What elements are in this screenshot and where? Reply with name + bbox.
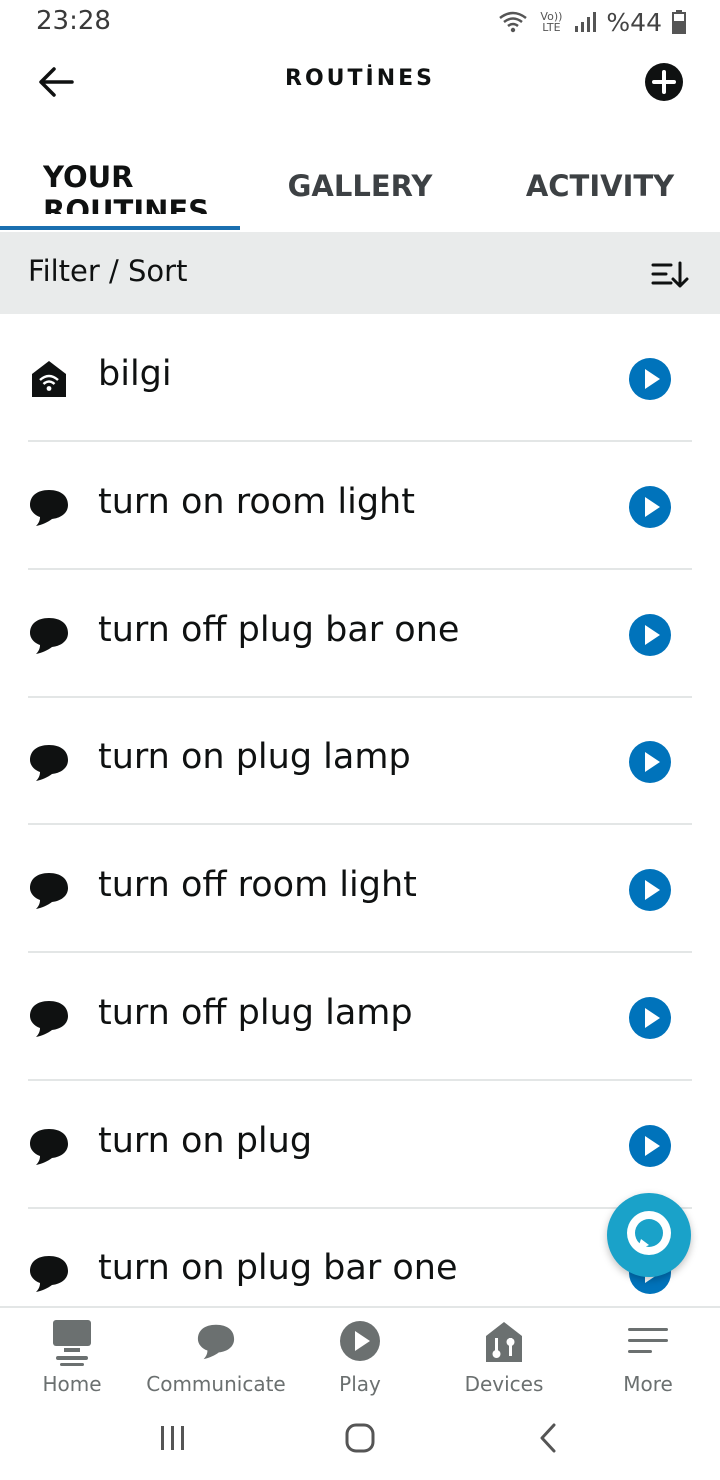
filter-sort-bar[interactable]: Filter / Sort bbox=[0, 232, 720, 314]
status-icons: Vo)) LTE %44 bbox=[498, 7, 686, 37]
run-routine-icon[interactable] bbox=[628, 996, 672, 1040]
bottom-nav: Home Communicate Play Devices More bbox=[0, 1306, 720, 1404]
speech-bubble-icon bbox=[30, 1129, 68, 1165]
communicate-icon bbox=[197, 1324, 235, 1360]
routine-name: turn off plug bar one bbox=[98, 610, 460, 650]
tab-selected-indicator bbox=[0, 226, 240, 230]
recent-apps-icon[interactable] bbox=[158, 1422, 188, 1454]
nav-more-label: More bbox=[623, 1372, 673, 1396]
play-icon bbox=[340, 1321, 380, 1361]
tab-bar: YOUR ROUTINES GALLERY ACTIVITY bbox=[0, 152, 720, 232]
nav-devices[interactable]: Devices bbox=[432, 1308, 576, 1404]
routine-row[interactable]: turn off plug lamp bbox=[0, 953, 720, 1081]
nav-devices-label: Devices bbox=[464, 1372, 544, 1396]
routine-row[interactable]: turn on plug lamp bbox=[0, 697, 720, 825]
volte-icon: Vo)) LTE bbox=[540, 10, 563, 34]
battery-icon bbox=[672, 10, 686, 34]
nav-communicate-label: Communicate bbox=[146, 1372, 286, 1396]
run-routine-icon[interactable] bbox=[628, 868, 672, 912]
speech-bubble-icon bbox=[30, 618, 68, 654]
devices-icon bbox=[486, 1322, 522, 1362]
speech-bubble-icon bbox=[30, 873, 68, 909]
status-time: 23:28 bbox=[36, 6, 111, 36]
app-header: ROUTİNES bbox=[0, 44, 720, 118]
run-routine-icon[interactable] bbox=[628, 740, 672, 784]
run-routine-icon[interactable] bbox=[628, 1124, 672, 1168]
alexa-button[interactable] bbox=[607, 1193, 691, 1277]
wifi-icon bbox=[499, 11, 528, 33]
smart-home-icon bbox=[32, 361, 66, 397]
routine-name: turn on plug lamp bbox=[98, 737, 411, 777]
speech-bubble-icon bbox=[30, 490, 68, 526]
run-routine-icon[interactable] bbox=[628, 613, 672, 657]
speech-bubble-icon bbox=[30, 1256, 68, 1292]
routine-name: turn on plug bar one bbox=[98, 1248, 458, 1288]
routine-list: bilgi turn on room light turn off plug b… bbox=[0, 314, 720, 1306]
routine-row[interactable]: turn on room light bbox=[0, 442, 720, 570]
routine-name: turn on plug bbox=[98, 1121, 313, 1161]
add-routine-icon[interactable] bbox=[644, 62, 684, 102]
nav-play[interactable]: Play bbox=[288, 1308, 432, 1404]
sort-icon[interactable] bbox=[650, 258, 690, 292]
system-nav-bar bbox=[0, 1402, 720, 1480]
status-bar: 23:28 Vo)) LTE %44 bbox=[0, 0, 720, 44]
home-icon bbox=[53, 1320, 91, 1366]
nav-communicate[interactable]: Communicate bbox=[144, 1308, 288, 1404]
nav-more[interactable]: More bbox=[576, 1308, 720, 1404]
routine-name: turn off plug lamp bbox=[98, 993, 413, 1033]
speech-bubble-icon bbox=[30, 745, 68, 781]
run-routine-icon[interactable] bbox=[628, 485, 672, 529]
routine-name: turn off room light bbox=[98, 865, 417, 905]
menu-icon bbox=[628, 1328, 668, 1353]
tab-your-routines[interactable]: YOUR ROUTINES bbox=[43, 160, 223, 214]
nav-home[interactable]: Home bbox=[0, 1308, 144, 1404]
signal-icon bbox=[575, 12, 597, 32]
routine-row[interactable]: turn off room light bbox=[0, 825, 720, 953]
routine-name: turn on room light bbox=[98, 482, 415, 522]
routine-name: bilgi bbox=[98, 354, 172, 394]
battery-percent: %44 bbox=[606, 7, 662, 37]
nav-play-label: Play bbox=[339, 1372, 381, 1396]
run-routine-icon[interactable] bbox=[628, 357, 672, 401]
home-system-icon[interactable] bbox=[344, 1422, 376, 1454]
routine-row[interactable]: turn on plug bbox=[0, 1081, 720, 1209]
nav-home-label: Home bbox=[42, 1372, 102, 1396]
routine-row[interactable]: bilgi bbox=[0, 314, 720, 442]
back-system-icon[interactable] bbox=[536, 1422, 560, 1454]
page-title: ROUTİNES bbox=[285, 66, 435, 91]
speech-bubble-icon bbox=[30, 1001, 68, 1037]
alexa-icon bbox=[627, 1211, 671, 1255]
routine-row[interactable]: turn off plug bar one bbox=[0, 570, 720, 698]
filter-sort-label: Filter / Sort bbox=[28, 254, 188, 288]
tab-activity[interactable]: ACTIVITY bbox=[480, 166, 720, 232]
tab-gallery[interactable]: GALLERY bbox=[240, 166, 480, 232]
